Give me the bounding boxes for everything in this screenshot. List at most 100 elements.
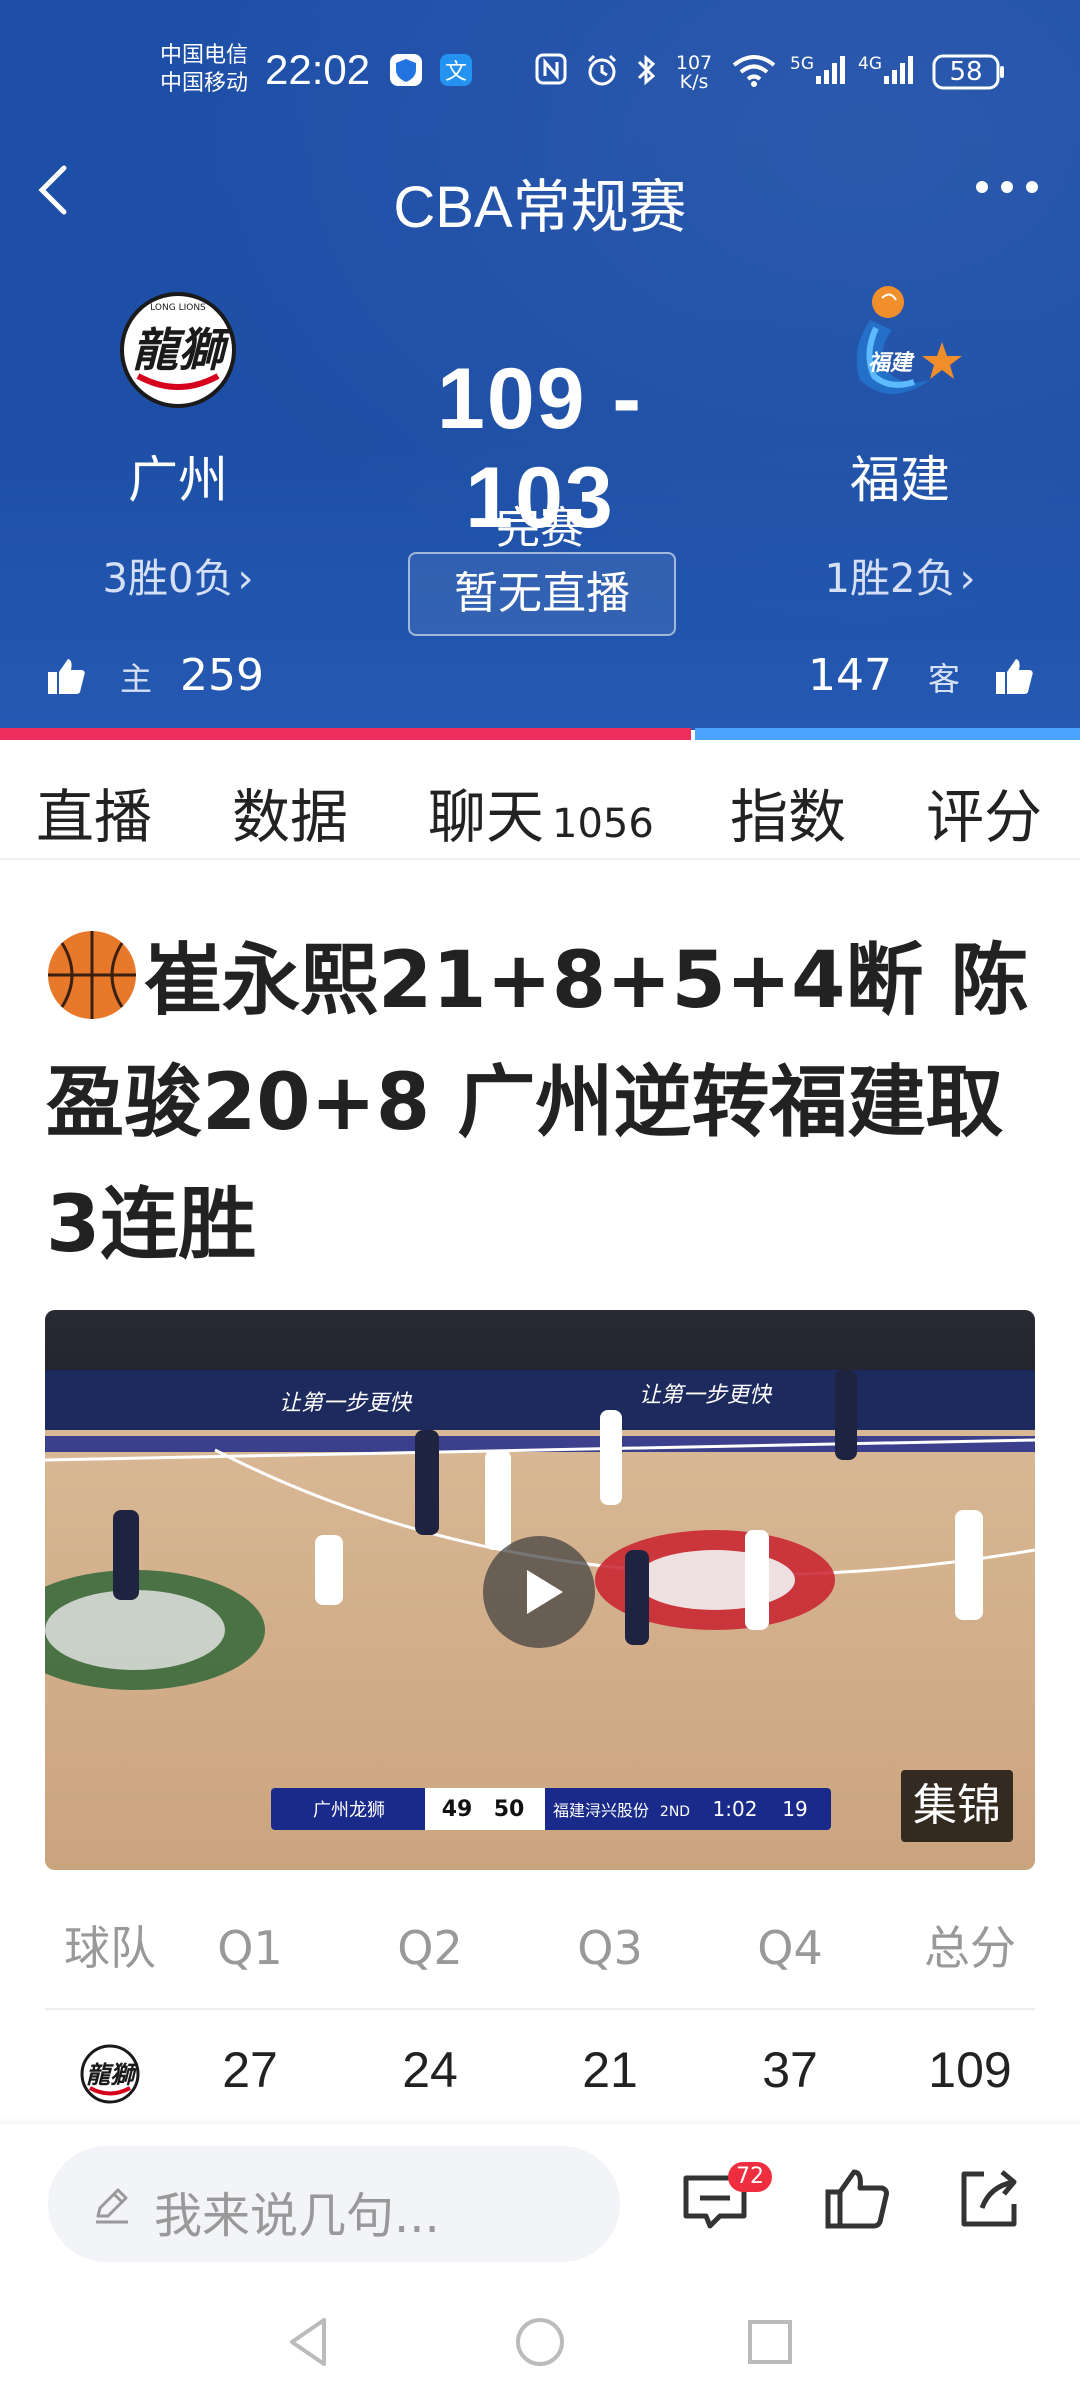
score: 109 - 103 (436, 351, 644, 546)
clock: 22:02 (265, 46, 371, 93)
home-record-text: 3胜0负 (102, 556, 234, 602)
video-banner-left: 让第一步更快 (279, 1391, 413, 1416)
nav-recents-icon[interactable] (740, 2312, 800, 2372)
signal-5g-icon: 5G (790, 52, 846, 92)
home-tag: 主 (120, 660, 153, 698)
back-button[interactable] (34, 160, 74, 220)
basketball-icon (48, 931, 136, 1019)
signal-5g-label: 5G (790, 54, 814, 74)
nav-back-icon[interactable] (280, 2312, 340, 2372)
highlight-video[interactable]: 广州龙狮 49 50 福建浔兴股份 2ND 1:02 19 让第一步更快 让第一… (45, 1310, 1035, 1870)
away-record-text: 1胜2负 (824, 556, 956, 602)
comment-input[interactable]: 我来说几句... (48, 2146, 620, 2262)
game-state: 完赛 (496, 503, 584, 554)
cell-q4: 37 (762, 2042, 818, 2098)
home-team-logo[interactable]: 龍獅 LONG LIONS (108, 280, 248, 420)
shield-app-icon (388, 52, 424, 92)
away-tag: 客 (927, 660, 960, 698)
away-team-logo[interactable]: 福建 (830, 280, 970, 420)
tab-live[interactable]: 直播 (36, 770, 152, 854)
cell-q2: 24 (402, 2042, 458, 2098)
highlights-tag: 集锦 (901, 1770, 1013, 1842)
away-team-record[interactable]: 1胜2负 › (770, 546, 1030, 604)
like-button[interactable] (822, 2164, 892, 2234)
thumbs-up-icon (825, 2169, 889, 2229)
nfc-icon (532, 52, 570, 92)
net-speed-unit: K/s (679, 71, 709, 93)
home-team-name[interactable]: 广州 (58, 440, 298, 512)
away-team-name[interactable]: 福建 (780, 440, 1020, 512)
net-speed: 107 K/s (672, 54, 716, 94)
away-likes-count: 147 (808, 650, 892, 701)
tab-chat-label: 聊天 (428, 783, 545, 851)
header-team: 球队 (64, 1921, 156, 1975)
live-stream-button[interactable]: 暂无直播 (408, 552, 676, 636)
away-support-bar (695, 728, 1080, 740)
carrier-info: 中国电信 中国移动 (160, 42, 248, 98)
chevron-right-icon: › (959, 556, 976, 602)
carrier-2: 中国移动 (160, 71, 249, 96)
wifi-icon (730, 52, 778, 92)
video-period: 2ND (660, 1804, 690, 1820)
header-q4: Q4 (757, 1921, 823, 1975)
table-row: 龍獅 27 24 21 37 109 (45, 2008, 1035, 2130)
pencil-icon (96, 2188, 128, 2224)
comment-count-badge: 72 (728, 2162, 772, 2192)
tab-bar: 直播 数据 聊天 1056 指数 评分 (0, 740, 1080, 860)
table-header: 球队 Q1 Q2 Q3 Q4 总分 (45, 1888, 1035, 2008)
video-shot-clock: 19 (782, 1797, 807, 1821)
tab-chat-count: 1056 (552, 801, 654, 847)
chevron-left-icon (38, 165, 67, 215)
signal-4g-label: 4G (858, 54, 882, 74)
tab-index[interactable]: 指数 (730, 770, 846, 854)
video-home-team: 广州龙狮 (313, 1800, 385, 1821)
nav-home-icon[interactable] (510, 2312, 570, 2372)
headline-text: 崔永熙21+8+5+4断 陈盈骏20+8 广州逆转福建取3连胜 (46, 936, 1029, 1270)
tab-chat[interactable]: 聊天 1056 (428, 770, 654, 854)
battery-level: 58 (949, 57, 983, 87)
video-away-team: 福建浔兴股份 (553, 1801, 649, 1820)
comment-placeholder: 我来说几句... (154, 2188, 440, 2244)
guangzhou-logo-icon: 龍獅 (45, 2010, 175, 2130)
carrier-1: 中国电信 (160, 43, 249, 68)
signal-4g-icon: 4G (858, 52, 914, 92)
quarter-score-table: 球队 Q1 Q2 Q3 Q4 总分 龍獅 27 24 21 37 109 (45, 1888, 1035, 2130)
tab-rating[interactable]: 评分 (926, 770, 1042, 854)
net-speed-value: 107 (675, 52, 713, 74)
article-headline: 崔永熙21+8+5+4断 陈盈骏20+8 广州逆转福建取3连胜 (46, 920, 1036, 1286)
tab-stats[interactable]: 数据 (232, 770, 348, 854)
cell-total: 109 (928, 2042, 1012, 2098)
battery-icon: 58 (932, 52, 1006, 92)
chevron-right-icon: › (237, 556, 254, 602)
more-dots-icon (976, 181, 1038, 193)
svg-text:LONG LIONS: LONG LIONS (150, 303, 206, 313)
home-team-record[interactable]: 3胜0负 › (48, 546, 308, 604)
home-support-bar (0, 728, 691, 740)
bluetooth-icon (634, 52, 660, 92)
svg-text:福建: 福建 (868, 351, 915, 376)
share-icon (961, 2170, 1017, 2227)
bottom-action-bar: 我来说几句... 72 (0, 2124, 1080, 2290)
alarm-icon (582, 52, 622, 92)
video-away-score: 50 (494, 1797, 525, 1822)
header-total: 总分 (924, 1921, 1016, 1975)
svg-text:龍獅: 龍獅 (86, 2060, 139, 2089)
video-home-score: 49 (442, 1797, 473, 1822)
status-bar: 中国电信 中国移动 22:02 文 107 K/s 5G 4G 58 (0, 30, 1080, 110)
translate-app-icon: 文 (438, 52, 474, 92)
away-like-button[interactable]: 147 客 (808, 650, 1034, 701)
play-button[interactable] (483, 1536, 595, 1648)
share-button[interactable] (954, 2164, 1024, 2234)
game-header: 中国电信 中国移动 22:02 文 107 K/s 5G 4G 58 CBA常规… (0, 0, 1080, 730)
home-likes-count: 259 (180, 650, 264, 701)
cell-q1: 27 (222, 2042, 278, 2098)
header-q3: Q3 (577, 1921, 643, 1975)
cell-q3: 21 (582, 2042, 638, 2098)
page-title: CBA常规赛 (393, 175, 687, 240)
more-menu-button[interactable] (972, 172, 1042, 202)
home-like-button[interactable]: 主 259 (46, 650, 264, 701)
video-clock: 1:02 (713, 1797, 758, 1821)
system-nav-bar (0, 2290, 1080, 2400)
video-banner-right: 让第一步更快 (639, 1383, 773, 1408)
thumbs-up-icon (48, 659, 85, 694)
